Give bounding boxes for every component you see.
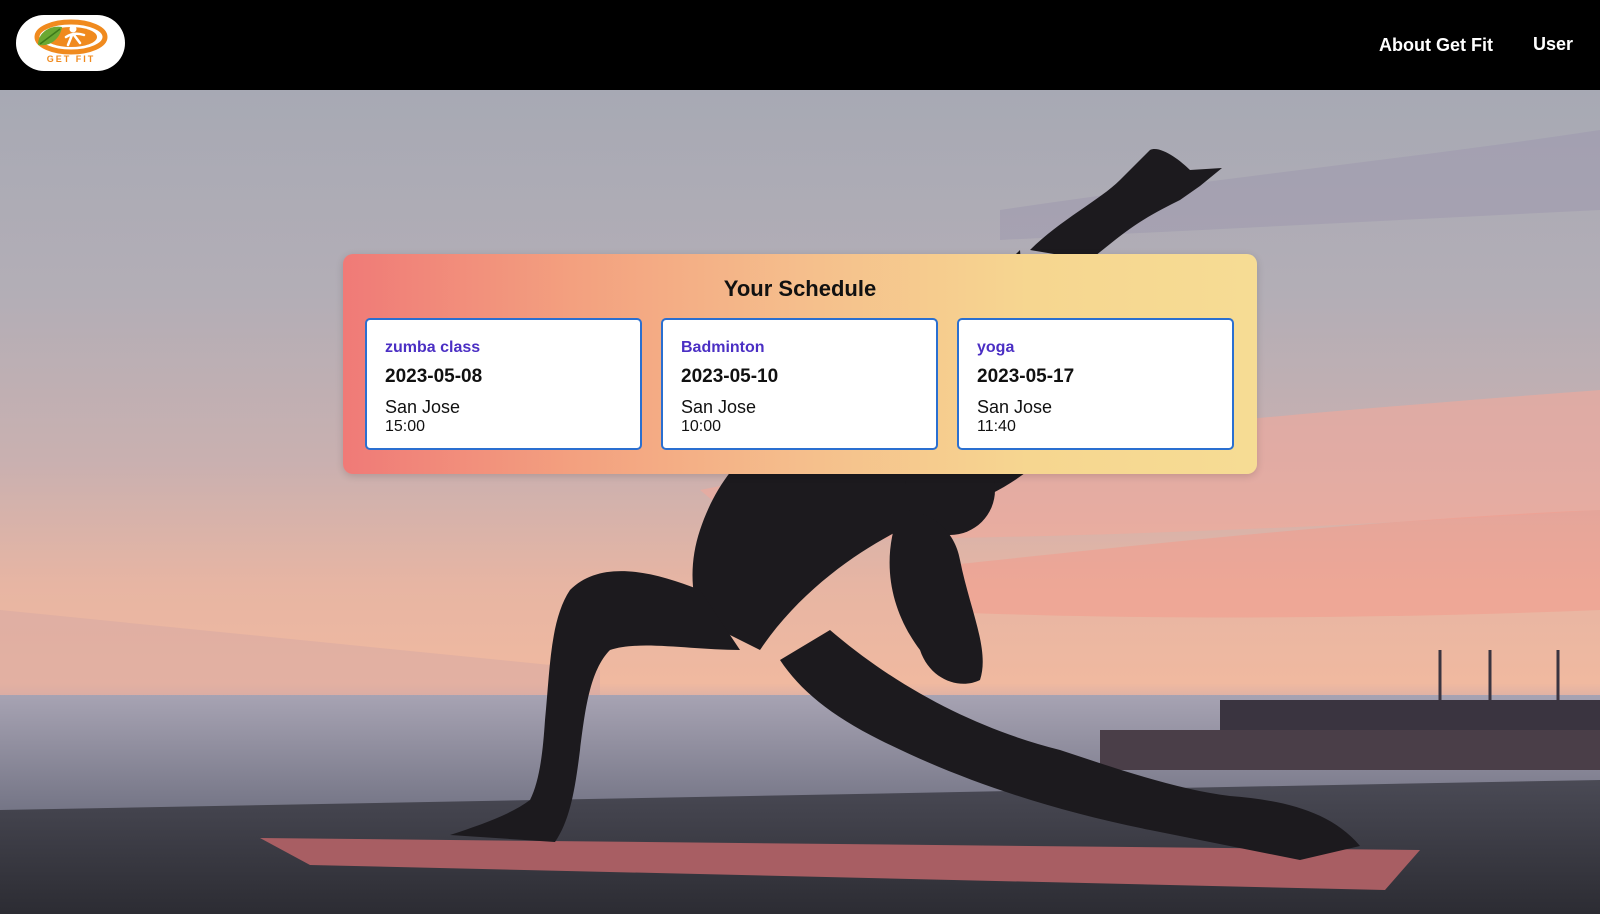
schedule-card[interactable]: Badminton 2023-05-10 San Jose 10:00	[661, 318, 938, 450]
get-fit-logo[interactable]: GET FIT	[16, 15, 125, 71]
event-time: 11:40	[977, 418, 1016, 435]
event-date: 2023-05-08	[385, 366, 483, 387]
schedule-title: Your Schedule	[723, 276, 877, 301]
event-date: 2023-05-10	[681, 366, 779, 387]
navbar: GET FIT About Get Fit User	[0, 0, 1600, 90]
event-location: San Jose	[681, 397, 757, 417]
hero-background-image	[0, 90, 1600, 914]
schedule-card[interactable]: zumba class 2023-05-08 San Jose 15:00	[365, 318, 642, 450]
schedule-panel: Your Schedule zumba class 2023-05-08 San…	[343, 254, 1257, 474]
event-name: zumba class	[385, 339, 481, 356]
leaf-figure-icon: GET FIT	[34, 19, 108, 64]
nav-user-link[interactable]: User	[1533, 34, 1573, 55]
nav-about-link[interactable]: About Get Fit	[1379, 35, 1493, 56]
event-location: San Jose	[385, 397, 461, 417]
event-location: San Jose	[977, 397, 1053, 417]
event-name: yoga	[977, 339, 1015, 356]
event-name: Badminton	[681, 339, 765, 356]
event-time: 10:00	[681, 418, 722, 435]
event-date: 2023-05-17	[977, 366, 1075, 387]
schedule-card[interactable]: yoga 2023-05-17 San Jose 11:40	[957, 318, 1234, 450]
logo-text: GET FIT	[47, 54, 96, 64]
event-time: 15:00	[385, 418, 426, 435]
